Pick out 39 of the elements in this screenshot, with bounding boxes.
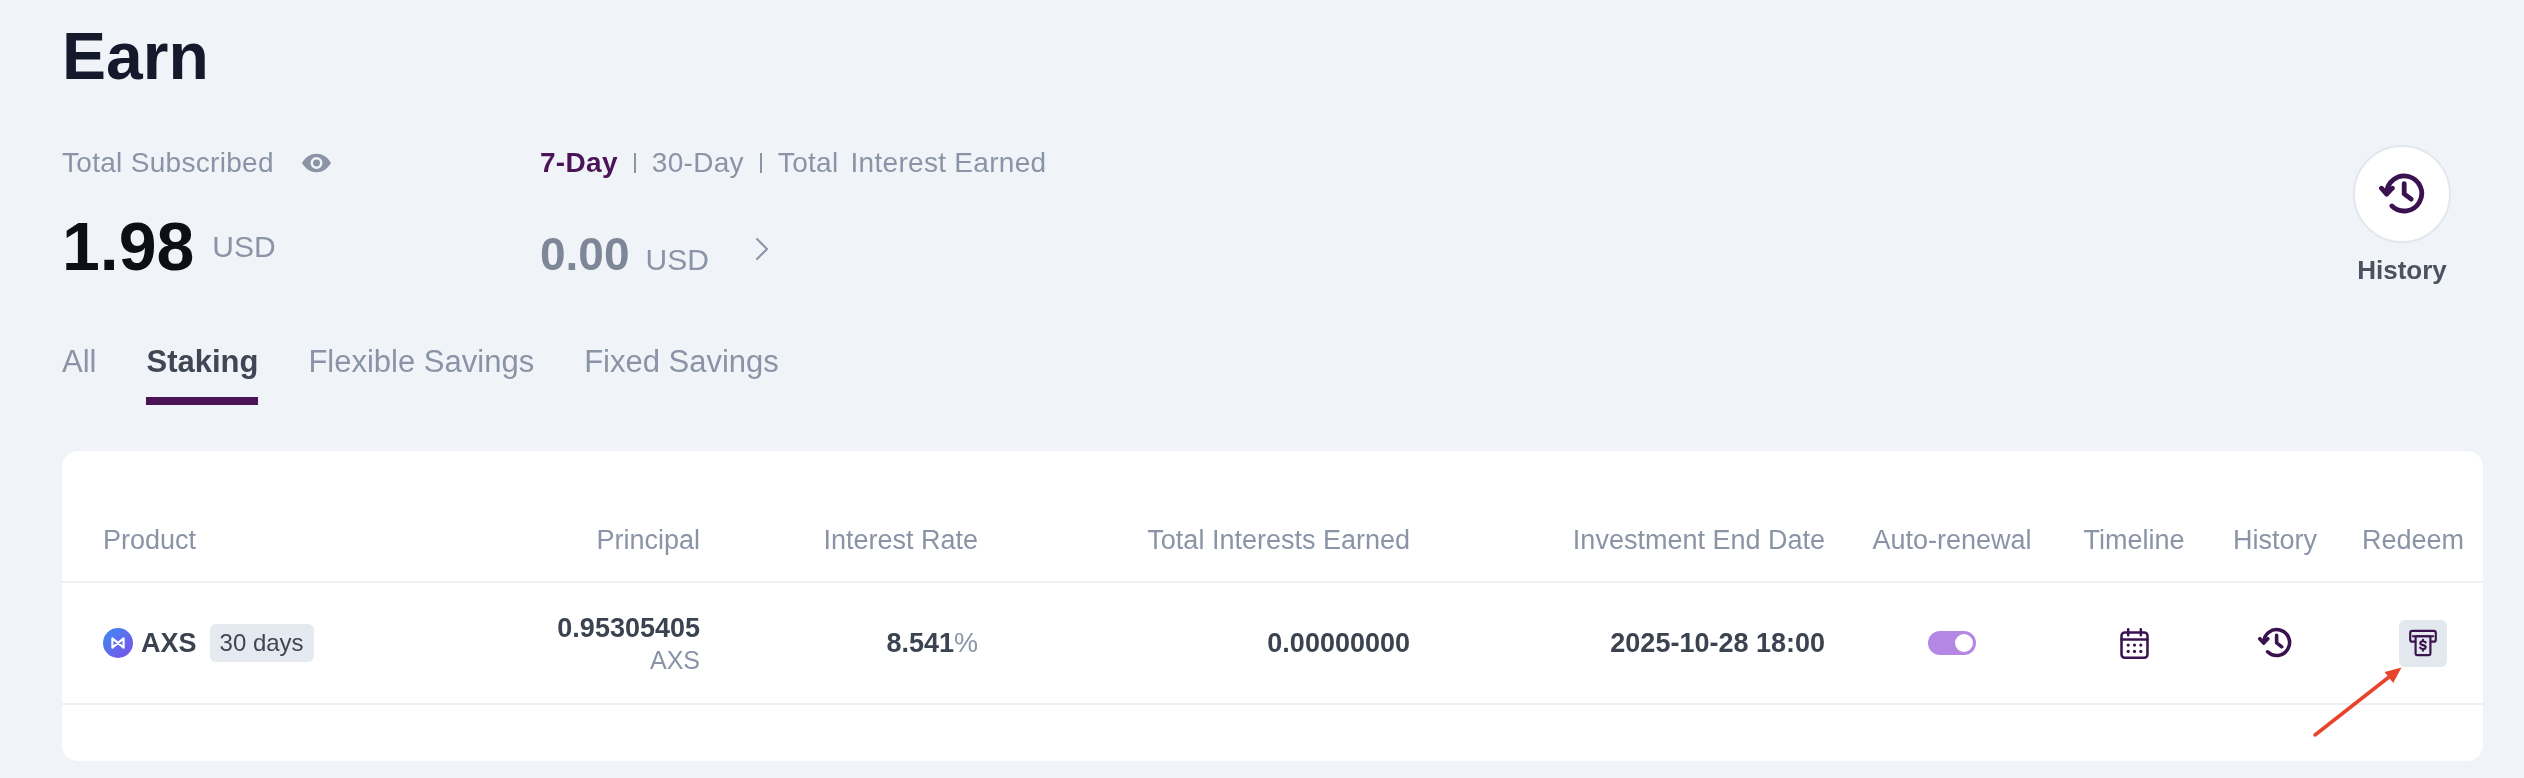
column-header: History [2233,524,2317,557]
product-name: AXS [141,627,197,659]
auto-renewal-toggle[interactable] [1928,631,1976,655]
tab[interactable]: Staking [146,342,259,405]
column-header: Redeem [2361,524,2465,557]
principal-amount: 0.95305405 [557,612,700,645]
interest-earned-label: Interest Earned [850,147,1047,179]
redeem-button[interactable] [2399,619,2447,667]
column-header: Interest Rate [823,524,978,557]
period-option[interactable]: 30-Day [651,147,744,179]
period-option[interactable]: 7-Day [540,147,618,179]
column-header: Timeline [2083,524,2185,557]
page-title: Earn [62,18,209,95]
coin-icon [103,628,133,658]
end-date: 2025-10-28 18:00 [1610,627,1825,660]
period-option[interactable]: Total [777,147,839,179]
principal-unit: AXS [649,645,700,675]
history-label: History [2357,255,2447,285]
currency-label: USD [645,243,709,276]
column-header: Total Interests Earned [1147,524,1410,557]
tab[interactable]: Flexible Savings [308,342,535,405]
eye-icon[interactable] [300,153,332,173]
column-header: Investment End Date [1572,524,1825,557]
interest-earned-amount: 0.00 [540,228,630,280]
column-header: Auto-renewal [1872,524,2032,557]
tab[interactable]: All [62,342,97,405]
calendar-icon[interactable] [2118,627,2150,659]
currency-label: USD [212,230,276,263]
total-subscribed-amount: 1.98 [62,208,195,284]
chevron-right-icon[interactable] [754,237,769,261]
total-interest: 0.00000000 [1267,627,1410,660]
interest-rate: 8.541% [886,627,978,660]
column-header: Principal [596,524,700,557]
tab[interactable]: Fixed Savings [584,342,779,405]
total-subscribed-label: Total Subscribed [62,147,274,179]
term-badge: 30 days [209,624,314,662]
column-header: Product [103,524,197,557]
atm-cash-icon [2409,629,2437,657]
history-icon[interactable] [2258,626,2292,660]
